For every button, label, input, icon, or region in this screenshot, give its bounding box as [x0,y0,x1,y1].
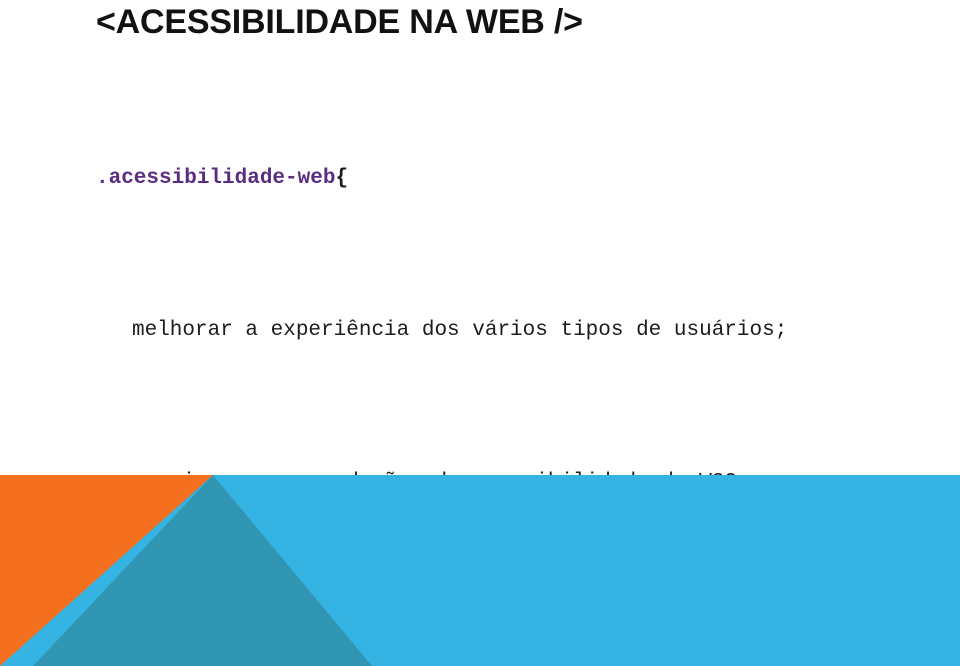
code-line-selector-one: .acessibilidade-web{ [96,160,896,198]
css-selector-acessibilidade-web: .acessibilidade-web [96,167,336,190]
declaration-text: melhorar a experiência dos vários tipos … [132,319,788,342]
open-brace-rule-one: { [335,167,349,190]
code-line-declaration-1: melhorar a experiência dos vários tipos … [96,312,896,350]
bottom-color-band [0,475,960,666]
page-title: <ACESSIBILIDADE NA WEB /> [96,3,583,41]
slide: <ACESSIBILIDADE NA WEB /> .acessibilidad… [0,0,960,666]
band-graphic [0,475,960,666]
